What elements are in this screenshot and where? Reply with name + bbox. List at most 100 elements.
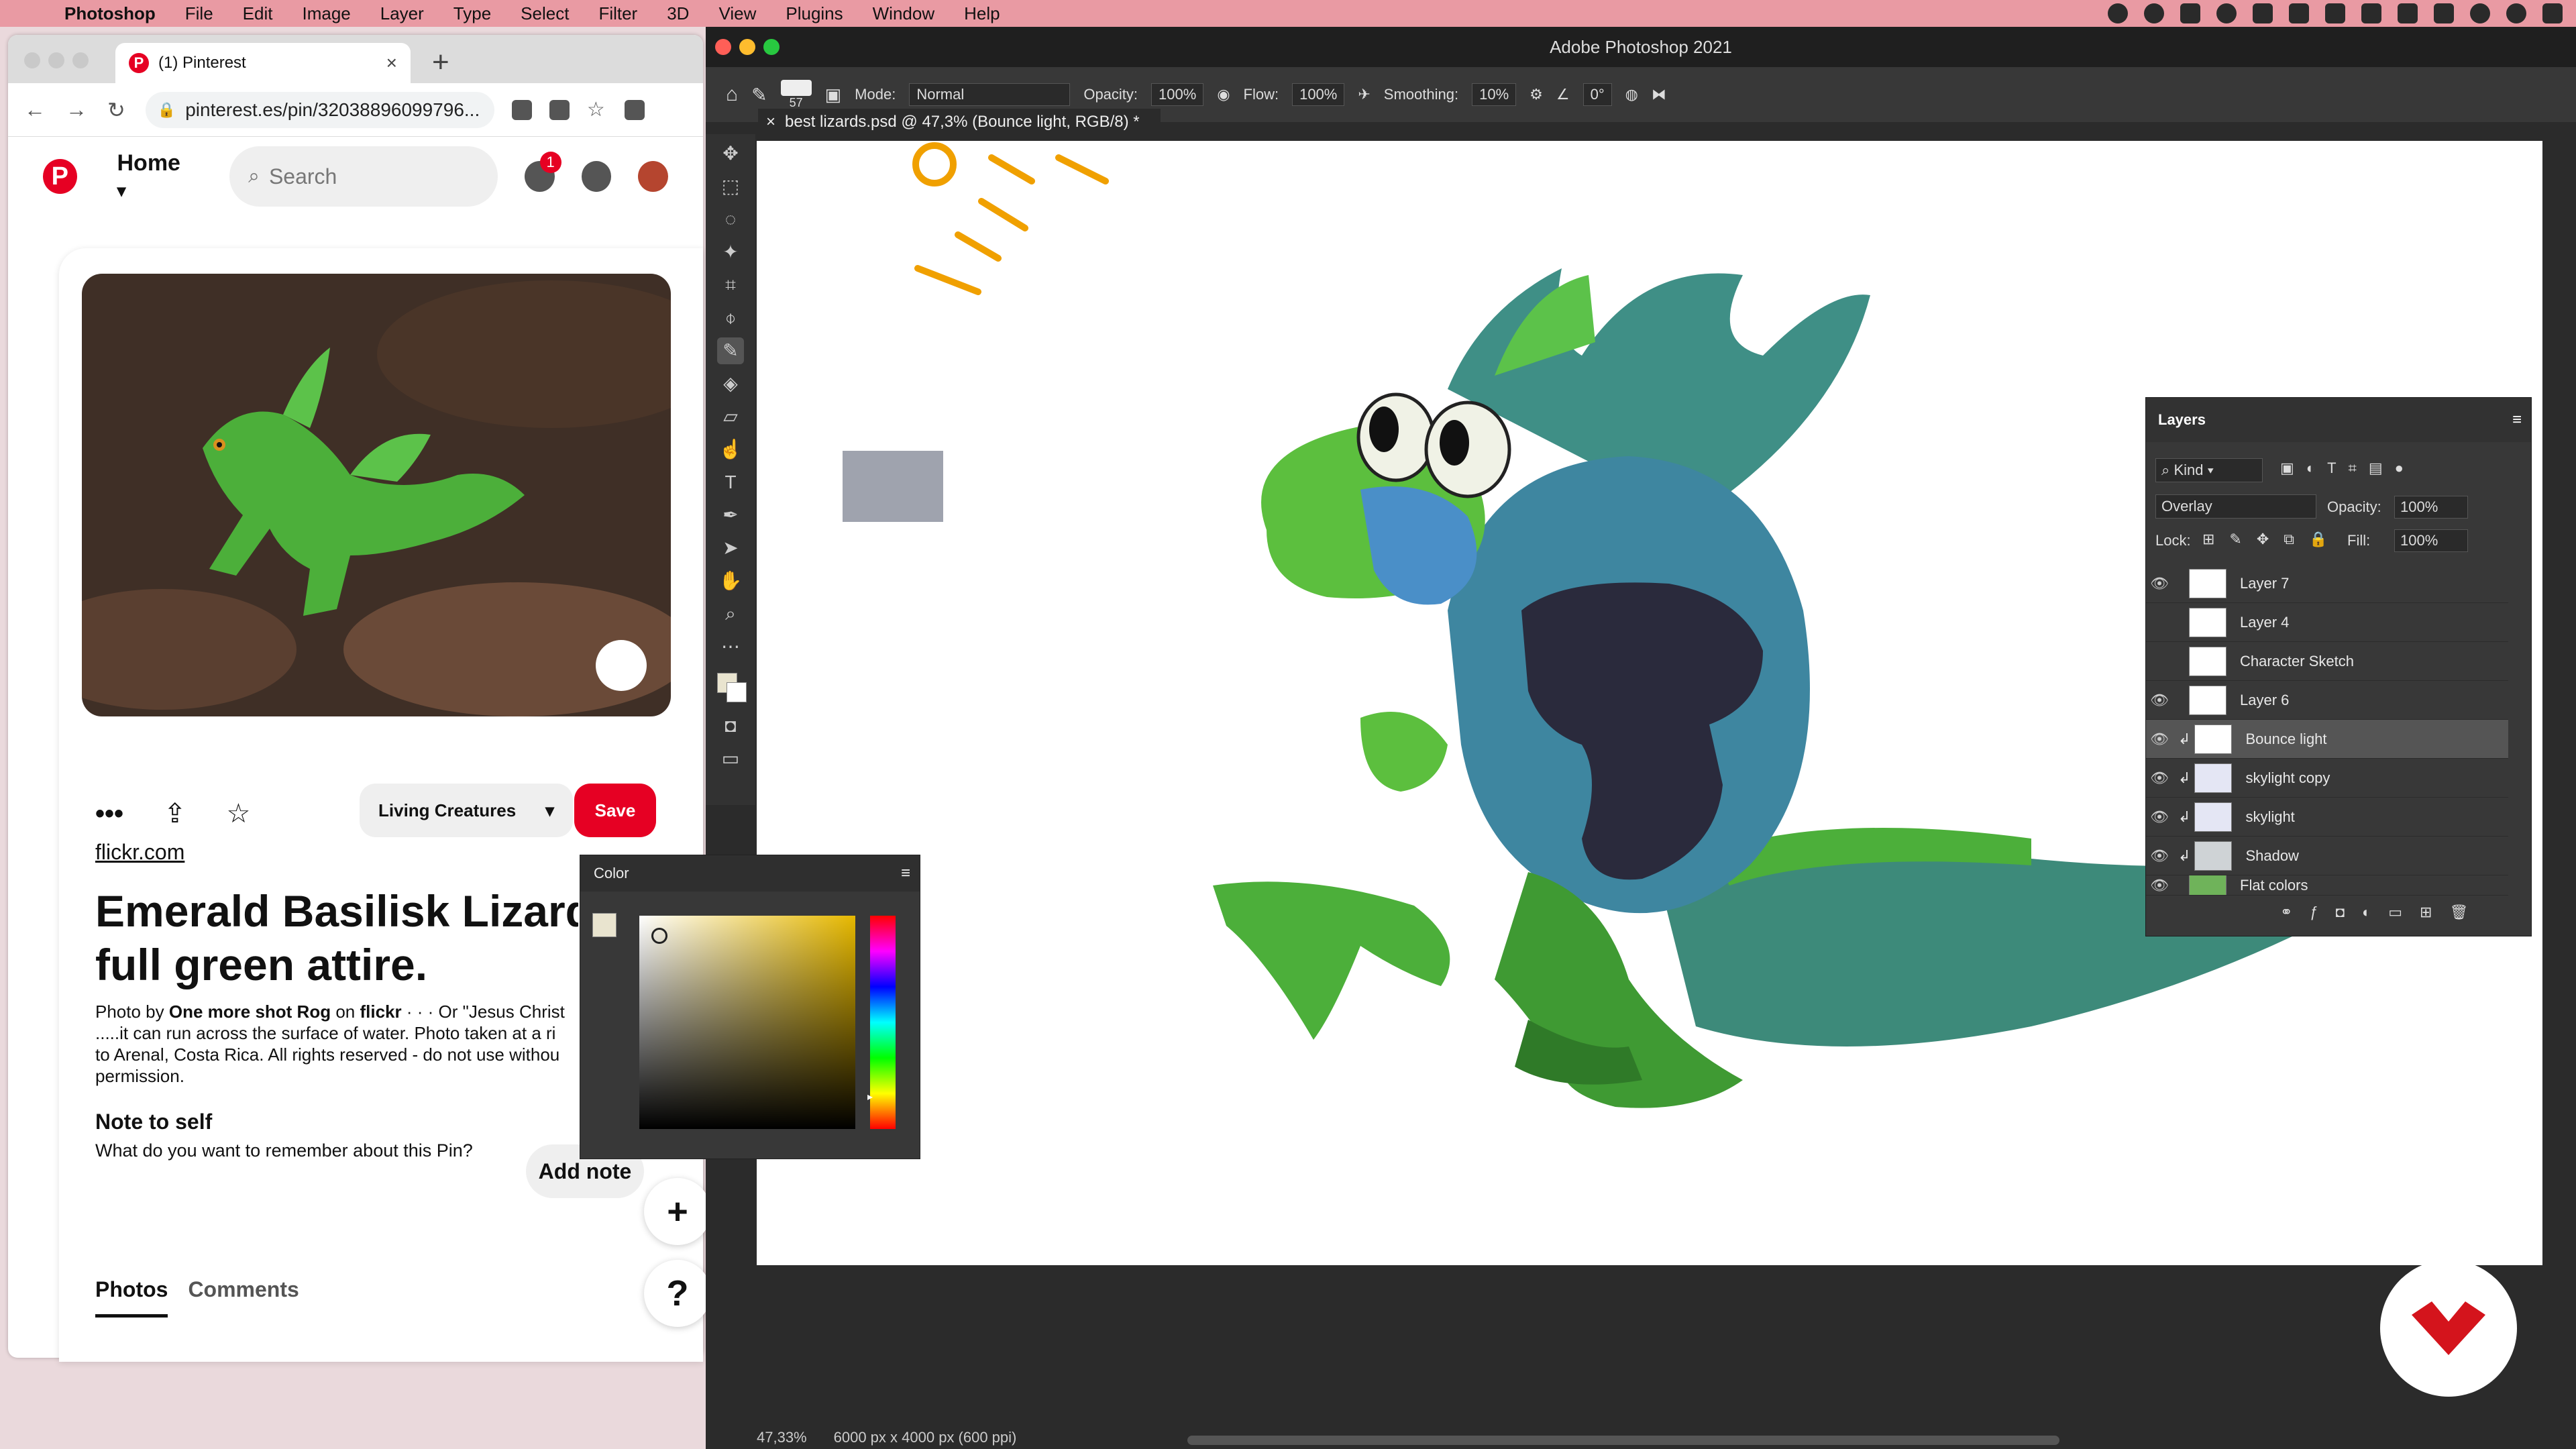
magic-wand-tool-icon[interactable]: ✦ bbox=[717, 239, 744, 266]
zoom-window-button[interactable] bbox=[72, 52, 89, 68]
ps-zoom-button[interactable] bbox=[763, 39, 780, 55]
symmetry-icon[interactable]: ⧓ bbox=[1652, 86, 1666, 103]
avatar[interactable] bbox=[638, 161, 668, 192]
control-center-icon[interactable] bbox=[2434, 3, 2454, 23]
opacity-field[interactable]: 100% bbox=[1151, 83, 1204, 106]
hue-slider[interactable]: ▸ bbox=[867, 916, 896, 1129]
notification-center-icon[interactable] bbox=[2542, 3, 2563, 23]
layer-row[interactable]: 👁 Flat colors bbox=[2146, 875, 2508, 896]
doc-close-icon[interactable]: × bbox=[766, 113, 775, 131]
minimize-window-button[interactable] bbox=[48, 52, 64, 68]
eraser-tool-icon[interactable]: ▱ bbox=[717, 403, 744, 430]
menu-type[interactable]: Type bbox=[453, 3, 491, 24]
share-icon[interactable]: ⇪ bbox=[164, 798, 186, 829]
marquee-tool-icon[interactable]: ⬚ bbox=[717, 173, 744, 200]
layer-row-selected[interactable]: 👁 ↲ Bounce light bbox=[2146, 720, 2508, 759]
menu-image[interactable]: Image bbox=[302, 3, 350, 24]
extensions-icon[interactable] bbox=[624, 99, 645, 120]
layer-row[interactable]: 👁 ↲ skylight bbox=[2146, 798, 2508, 837]
more-tools-icon[interactable]: ⋯ bbox=[717, 633, 744, 660]
hue-slider-handle[interactable]: ▸ bbox=[867, 1090, 873, 1104]
menu-app-name[interactable]: Photoshop bbox=[64, 3, 156, 24]
forward-icon[interactable]: → bbox=[66, 97, 87, 122]
color-picker-handle[interactable] bbox=[651, 928, 667, 944]
eye-icon[interactable]: 👁 bbox=[2146, 808, 2173, 826]
color-swatches-icon[interactable] bbox=[717, 666, 747, 706]
paint-bucket-tool-icon[interactable]: ◈ bbox=[717, 370, 744, 397]
crop-tool-icon[interactable]: ⌗ bbox=[717, 272, 744, 299]
brush-preset-picker[interactable]: 57 bbox=[780, 79, 812, 110]
tab-close-icon[interactable]: × bbox=[386, 52, 397, 74]
eye-icon[interactable]: 👁 bbox=[2146, 847, 2173, 865]
desc-site-link[interactable]: flickr bbox=[360, 1002, 401, 1022]
layer-filter-icons[interactable]: ▣◐T⌗▤● bbox=[2280, 460, 2416, 477]
panel-menu-icon[interactable]: ≡ bbox=[2512, 411, 2522, 429]
siri-icon[interactable] bbox=[2506, 3, 2526, 23]
tab-photos[interactable]: Photos bbox=[95, 1277, 168, 1318]
ps-minimize-button[interactable] bbox=[739, 39, 755, 55]
menu-filter[interactable]: Filter bbox=[598, 3, 637, 24]
favorite-star-icon[interactable]: ☆ bbox=[227, 798, 251, 829]
brush-settings-icon[interactable]: ▣ bbox=[825, 85, 842, 105]
eye-icon[interactable]: 👁 bbox=[2146, 769, 2173, 787]
source-link[interactable]: flickr.com bbox=[95, 840, 184, 865]
save-button[interactable]: Save bbox=[574, 784, 656, 837]
search-input[interactable]: ⌕ Search bbox=[229, 146, 498, 207]
blend-mode-select[interactable]: Overlay bbox=[2155, 494, 2316, 519]
zoom-tool-icon[interactable]: ⌕ bbox=[717, 600, 744, 627]
smoothing-gear-icon[interactable]: ⚙ bbox=[1529, 86, 1543, 103]
layer-row[interactable]: Layer 4 bbox=[2146, 603, 2508, 642]
script-icon[interactable] bbox=[2289, 3, 2309, 23]
menu-help[interactable]: Help bbox=[964, 3, 1000, 24]
lasso-tool-icon[interactable]: ◌ bbox=[717, 206, 744, 233]
menu-plugins[interactable]: Plugins bbox=[786, 3, 843, 24]
eyedropper-tool-icon[interactable]: ⌽ bbox=[717, 305, 744, 331]
layer-row[interactable]: 👁 Layer 7 bbox=[2146, 564, 2508, 603]
bookmark-star-icon[interactable]: ☆ bbox=[587, 99, 607, 120]
layer-filter-select[interactable]: ⌕ Kind ▾ bbox=[2155, 458, 2263, 482]
eye-icon[interactable]: 👁 bbox=[2146, 692, 2173, 709]
home-button[interactable]: Home ▾ bbox=[117, 150, 194, 203]
wifi-icon[interactable] bbox=[2398, 3, 2418, 23]
more-options-icon[interactable]: ••• bbox=[95, 799, 123, 829]
layer-opacity-field[interactable]: 100% bbox=[2394, 496, 2468, 519]
lock-icons[interactable]: ⊞✎✥⧉🔒 bbox=[2202, 531, 2342, 548]
pressure-size-icon[interactable]: ◍ bbox=[1625, 86, 1638, 103]
menu-edit[interactable]: Edit bbox=[243, 3, 273, 24]
url-bar[interactable]: 🔒 pinterest.es/pin/32038896099796... bbox=[145, 91, 494, 128]
creative-cloud-icon[interactable] bbox=[2108, 3, 2128, 23]
smoothing-field[interactable]: 10% bbox=[1472, 83, 1517, 106]
angle-field[interactable]: 0° bbox=[1582, 83, 1612, 106]
menu-file[interactable]: File bbox=[185, 3, 213, 24]
notifications-bell-icon[interactable]: 1 bbox=[524, 152, 561, 192]
create-plus-button[interactable]: + bbox=[644, 1178, 711, 1245]
layer-row[interactable]: 👁 ↲ Shadow bbox=[2146, 837, 2508, 875]
help-button[interactable]: ? bbox=[644, 1260, 711, 1327]
layer-footer-icons[interactable]: ⚭ƒ◘◐▭⊞🗑 bbox=[2280, 904, 2485, 921]
spotlight-icon[interactable] bbox=[2470, 3, 2490, 23]
home-icon[interactable]: ⌂ bbox=[726, 83, 738, 106]
layer-row[interactable]: 👁 ↲ skylight copy bbox=[2146, 759, 2508, 798]
pressure-opacity-icon[interactable]: ◉ bbox=[1217, 86, 1230, 103]
eye-icon[interactable]: 👁 bbox=[2146, 731, 2173, 748]
desc-author-link[interactable]: One more shot Rog bbox=[169, 1002, 331, 1022]
back-icon[interactable]: ← bbox=[24, 97, 46, 122]
target-icon[interactable] bbox=[2216, 3, 2237, 23]
sync-icon[interactable] bbox=[2144, 3, 2164, 23]
panel-menu-icon[interactable]: ≡ bbox=[901, 864, 910, 883]
horizontal-scrollbar[interactable] bbox=[1187, 1436, 2059, 1445]
fill-field[interactable]: 100% bbox=[2394, 529, 2468, 552]
ps-close-button[interactable] bbox=[715, 39, 731, 55]
new-tab-button[interactable]: + bbox=[432, 46, 449, 79]
pinterest-logo[interactable]: P bbox=[43, 159, 77, 194]
smudge-tool-icon[interactable]: ☝ bbox=[717, 436, 744, 463]
brush-tool-icon[interactable]: ✎ bbox=[717, 337, 744, 364]
menu-select[interactable]: Select bbox=[521, 3, 569, 24]
move-tool-icon[interactable]: ✥ bbox=[717, 140, 744, 167]
menu-layer[interactable]: Layer bbox=[380, 3, 424, 24]
path-selection-tool-icon[interactable]: ➤ bbox=[717, 535, 744, 561]
eye-icon[interactable]: 👁 bbox=[2146, 575, 2173, 592]
browser-tab[interactable]: P (1) Pinterest × bbox=[115, 43, 411, 83]
layer-row[interactable]: Character Sketch bbox=[2146, 642, 2508, 681]
mode-select[interactable]: Normal bbox=[909, 83, 1071, 106]
